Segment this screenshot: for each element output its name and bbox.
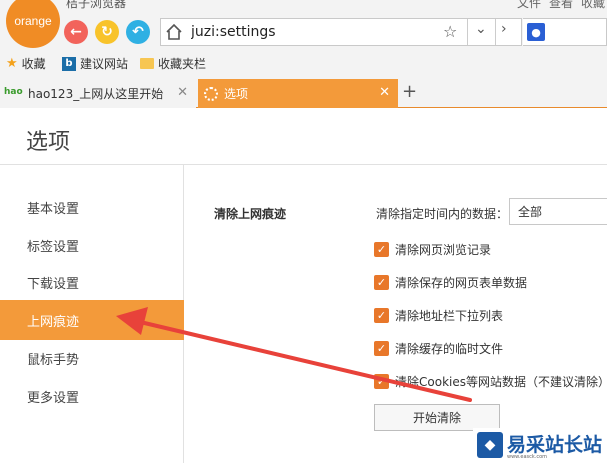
- annotation-arrow: [116, 307, 472, 402]
- watermark: ◆ 易采站长站 www.easck.com: [473, 428, 607, 463]
- watermark-logo-icon: ◆: [477, 432, 503, 458]
- watermark-text: 易采站长站: [507, 434, 603, 456]
- watermark-url: www.easck.com: [507, 454, 548, 460]
